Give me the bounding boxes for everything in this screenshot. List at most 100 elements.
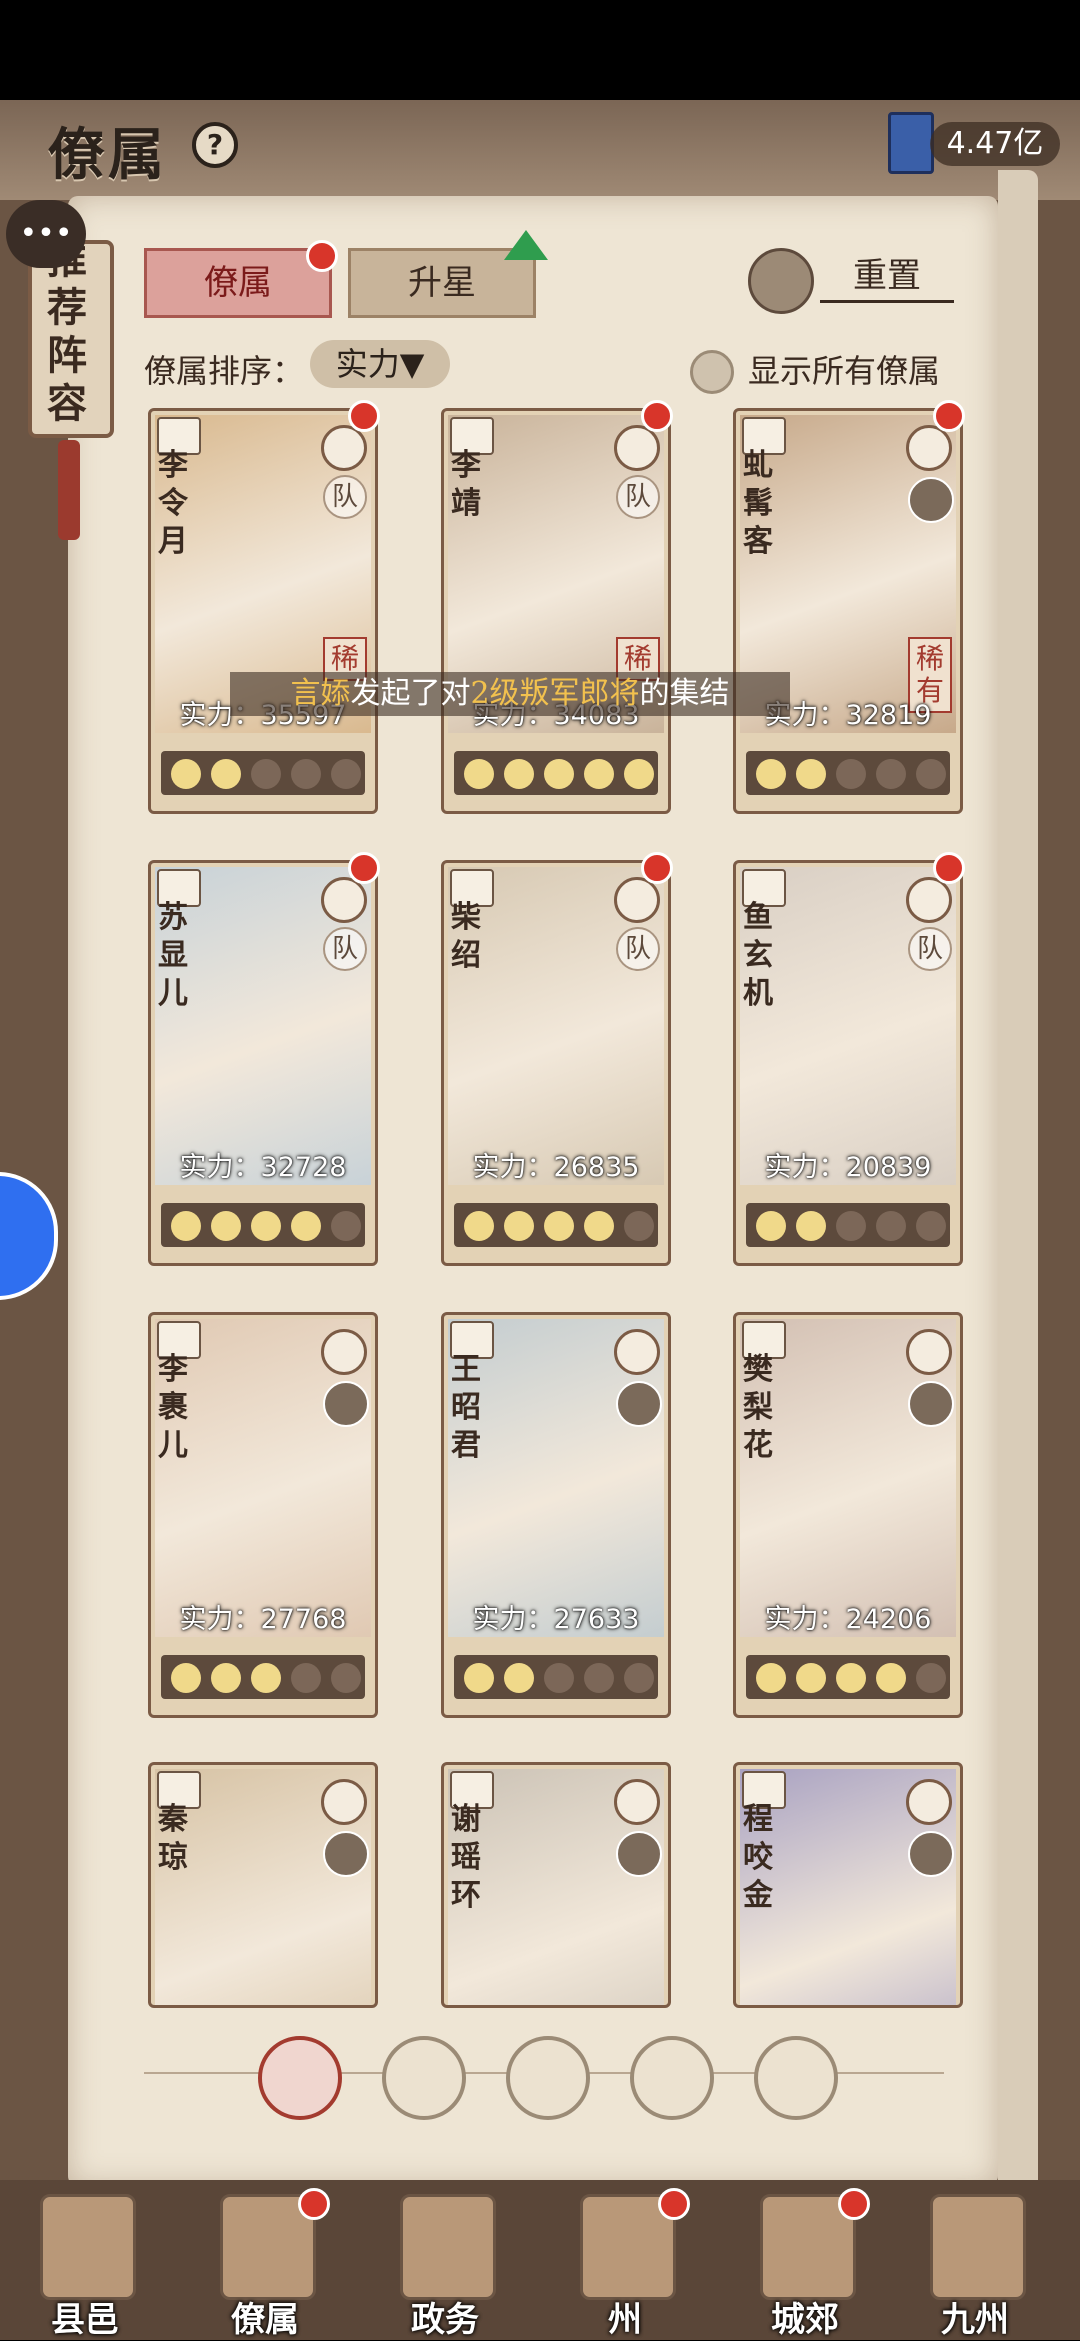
- gate-icon: [40, 2194, 136, 2300]
- retainer-card[interactable]: 李裹儿 实力：27768: [148, 1312, 378, 1718]
- star-moon-bar: [161, 1203, 365, 1247]
- retainer-name: 程咬金: [743, 1802, 773, 1913]
- moon-star-icon: [756, 1663, 786, 1693]
- question-circle-icon[interactable]: ?: [192, 122, 238, 168]
- attribute-badge-icon: [614, 1779, 660, 1825]
- tab-retainers-badge: [306, 240, 338, 272]
- attribute-badge-icon: [321, 1329, 367, 1375]
- star-moon-bar: [161, 751, 365, 795]
- companion-avatar: [908, 477, 954, 523]
- moon-star-icon: [331, 759, 361, 789]
- card-notify-badge: [641, 400, 673, 432]
- show-all-toggle[interactable]: [690, 350, 734, 394]
- star-moon-bar: [161, 1655, 365, 1699]
- nav-item[interactable]: 僚属: [190, 2186, 340, 2340]
- reset-button[interactable]: 重置: [820, 252, 954, 303]
- nav-item[interactable]: 州: [550, 2186, 700, 2340]
- retainer-card[interactable]: 鱼玄机 队实力：20839: [733, 860, 963, 1266]
- star-moon-bar: [454, 1655, 658, 1699]
- team-badge: 队: [323, 927, 367, 971]
- nav-item[interactable]: 县邑: [10, 2186, 160, 2340]
- retainer-card[interactable]: 谢瑶环: [441, 1762, 671, 2008]
- nav-label: 城郊: [771, 2300, 839, 2340]
- retainer-card[interactable]: 苏显儿 队实力：32728: [148, 860, 378, 1266]
- retainer-card[interactable]: 秦琼: [148, 1762, 378, 2008]
- moon-star-icon: [291, 1211, 321, 1241]
- moon-star-icon: [464, 1211, 494, 1241]
- retainer-power: 实力：24206: [764, 1604, 932, 1635]
- moon-star-icon: [584, 759, 614, 789]
- reset-icon[interactable]: [748, 248, 814, 314]
- attribute-badge-icon: [614, 877, 660, 923]
- moon-star-icon: [251, 759, 281, 789]
- moon-star-icon: [756, 759, 786, 789]
- nav-label: 州: [608, 2300, 642, 2340]
- moon-star-icon: [251, 1663, 281, 1693]
- card-notify-badge: [933, 400, 965, 432]
- moon-star-icon: [836, 1663, 866, 1693]
- moon-star-icon: [796, 1211, 826, 1241]
- attribute-badge-icon: [614, 425, 660, 471]
- chat-bubble-icon[interactable]: •••: [6, 200, 86, 268]
- retainer-card[interactable]: 樊梨花实力：24206: [733, 1312, 963, 1718]
- nav-item[interactable]: 政务: [370, 2186, 520, 2340]
- moon-star-icon: [171, 759, 201, 789]
- card-notify-badge: [348, 400, 380, 432]
- moon-star-icon: [211, 1211, 241, 1241]
- moon-star-icon: [876, 1211, 906, 1241]
- retainer-name: 李裹儿: [158, 1352, 188, 1463]
- crest-c-icon[interactable]: [754, 2036, 838, 2120]
- nav-label: 政务: [411, 2300, 479, 2340]
- attribute-badge-icon: [906, 1779, 952, 1825]
- nav-item[interactable]: 城郊: [730, 2186, 880, 2340]
- currency-value[interactable]: 4.47亿: [930, 122, 1060, 166]
- moon-star-icon: [876, 1663, 906, 1693]
- retainer-card[interactable]: 王昭君 实力：27633: [441, 1312, 671, 1718]
- moon-star-icon: [796, 759, 826, 789]
- moon-star-icon: [584, 1211, 614, 1241]
- nav-item[interactable]: 九州: [900, 2186, 1050, 2340]
- moon-star-icon: [504, 759, 534, 789]
- show-all-label: 显示所有僚属: [748, 352, 941, 390]
- attribute-badge-icon: [906, 1329, 952, 1375]
- all-filter-icon[interactable]: [258, 2036, 342, 2120]
- retainer-card[interactable]: 李令月队稀实力：35597: [148, 408, 378, 814]
- star-moon-bar: [454, 751, 658, 795]
- sort-label: 僚属排序：: [144, 352, 305, 390]
- companion-avatar: [616, 1381, 662, 1427]
- moon-star-icon: [624, 1663, 654, 1693]
- rally-broadcast: 言婖发起了对2级叛军郎将的集结: [230, 672, 790, 716]
- moon-star-icon: [916, 1663, 946, 1693]
- retainer-name: 苏显儿: [158, 900, 188, 1011]
- retainer-card[interactable]: 程咬金: [733, 1762, 963, 2008]
- tab-retainers[interactable]: 僚属: [144, 248, 332, 318]
- moon-star-icon: [211, 1663, 241, 1693]
- team-badge: 队: [323, 475, 367, 519]
- retainer-name: 李令月: [158, 448, 188, 559]
- moon-star-icon: [464, 1663, 494, 1693]
- attribute-badge-icon: [906, 425, 952, 471]
- moon-star-icon: [504, 1211, 534, 1241]
- companion-avatar: [323, 1831, 369, 1877]
- retainer-name: 李靖: [451, 448, 481, 521]
- moon-star-icon: [544, 1211, 574, 1241]
- sort-select[interactable]: 实力▼: [310, 340, 450, 388]
- team-badge: 队: [616, 927, 660, 971]
- page-title: 僚属: [48, 122, 168, 188]
- nav-notify-badge: [658, 2188, 690, 2220]
- retainer-card[interactable]: 柴绍 队实力：26835: [441, 860, 671, 1266]
- upgrade-arrow-icon: [504, 230, 548, 260]
- nav-label: 九州: [941, 2300, 1009, 2340]
- retainer-name: 樊梨花: [743, 1352, 773, 1463]
- nav-label: 僚属: [231, 2300, 299, 2340]
- retainer-card[interactable]: 李靖队稀实力：34083: [441, 408, 671, 814]
- moon-star-icon: [756, 1211, 786, 1241]
- crest-b-icon[interactable]: [506, 2036, 590, 2120]
- tassel-decoration: [58, 440, 80, 540]
- moon-star-icon: [836, 1211, 866, 1241]
- fan-icon[interactable]: [630, 2036, 714, 2120]
- retainer-card[interactable]: 虬髯客 稀有 实力：32819: [733, 408, 963, 814]
- card-notify-badge: [641, 852, 673, 884]
- crest-a-icon[interactable]: [382, 2036, 466, 2120]
- moon-star-icon: [624, 759, 654, 789]
